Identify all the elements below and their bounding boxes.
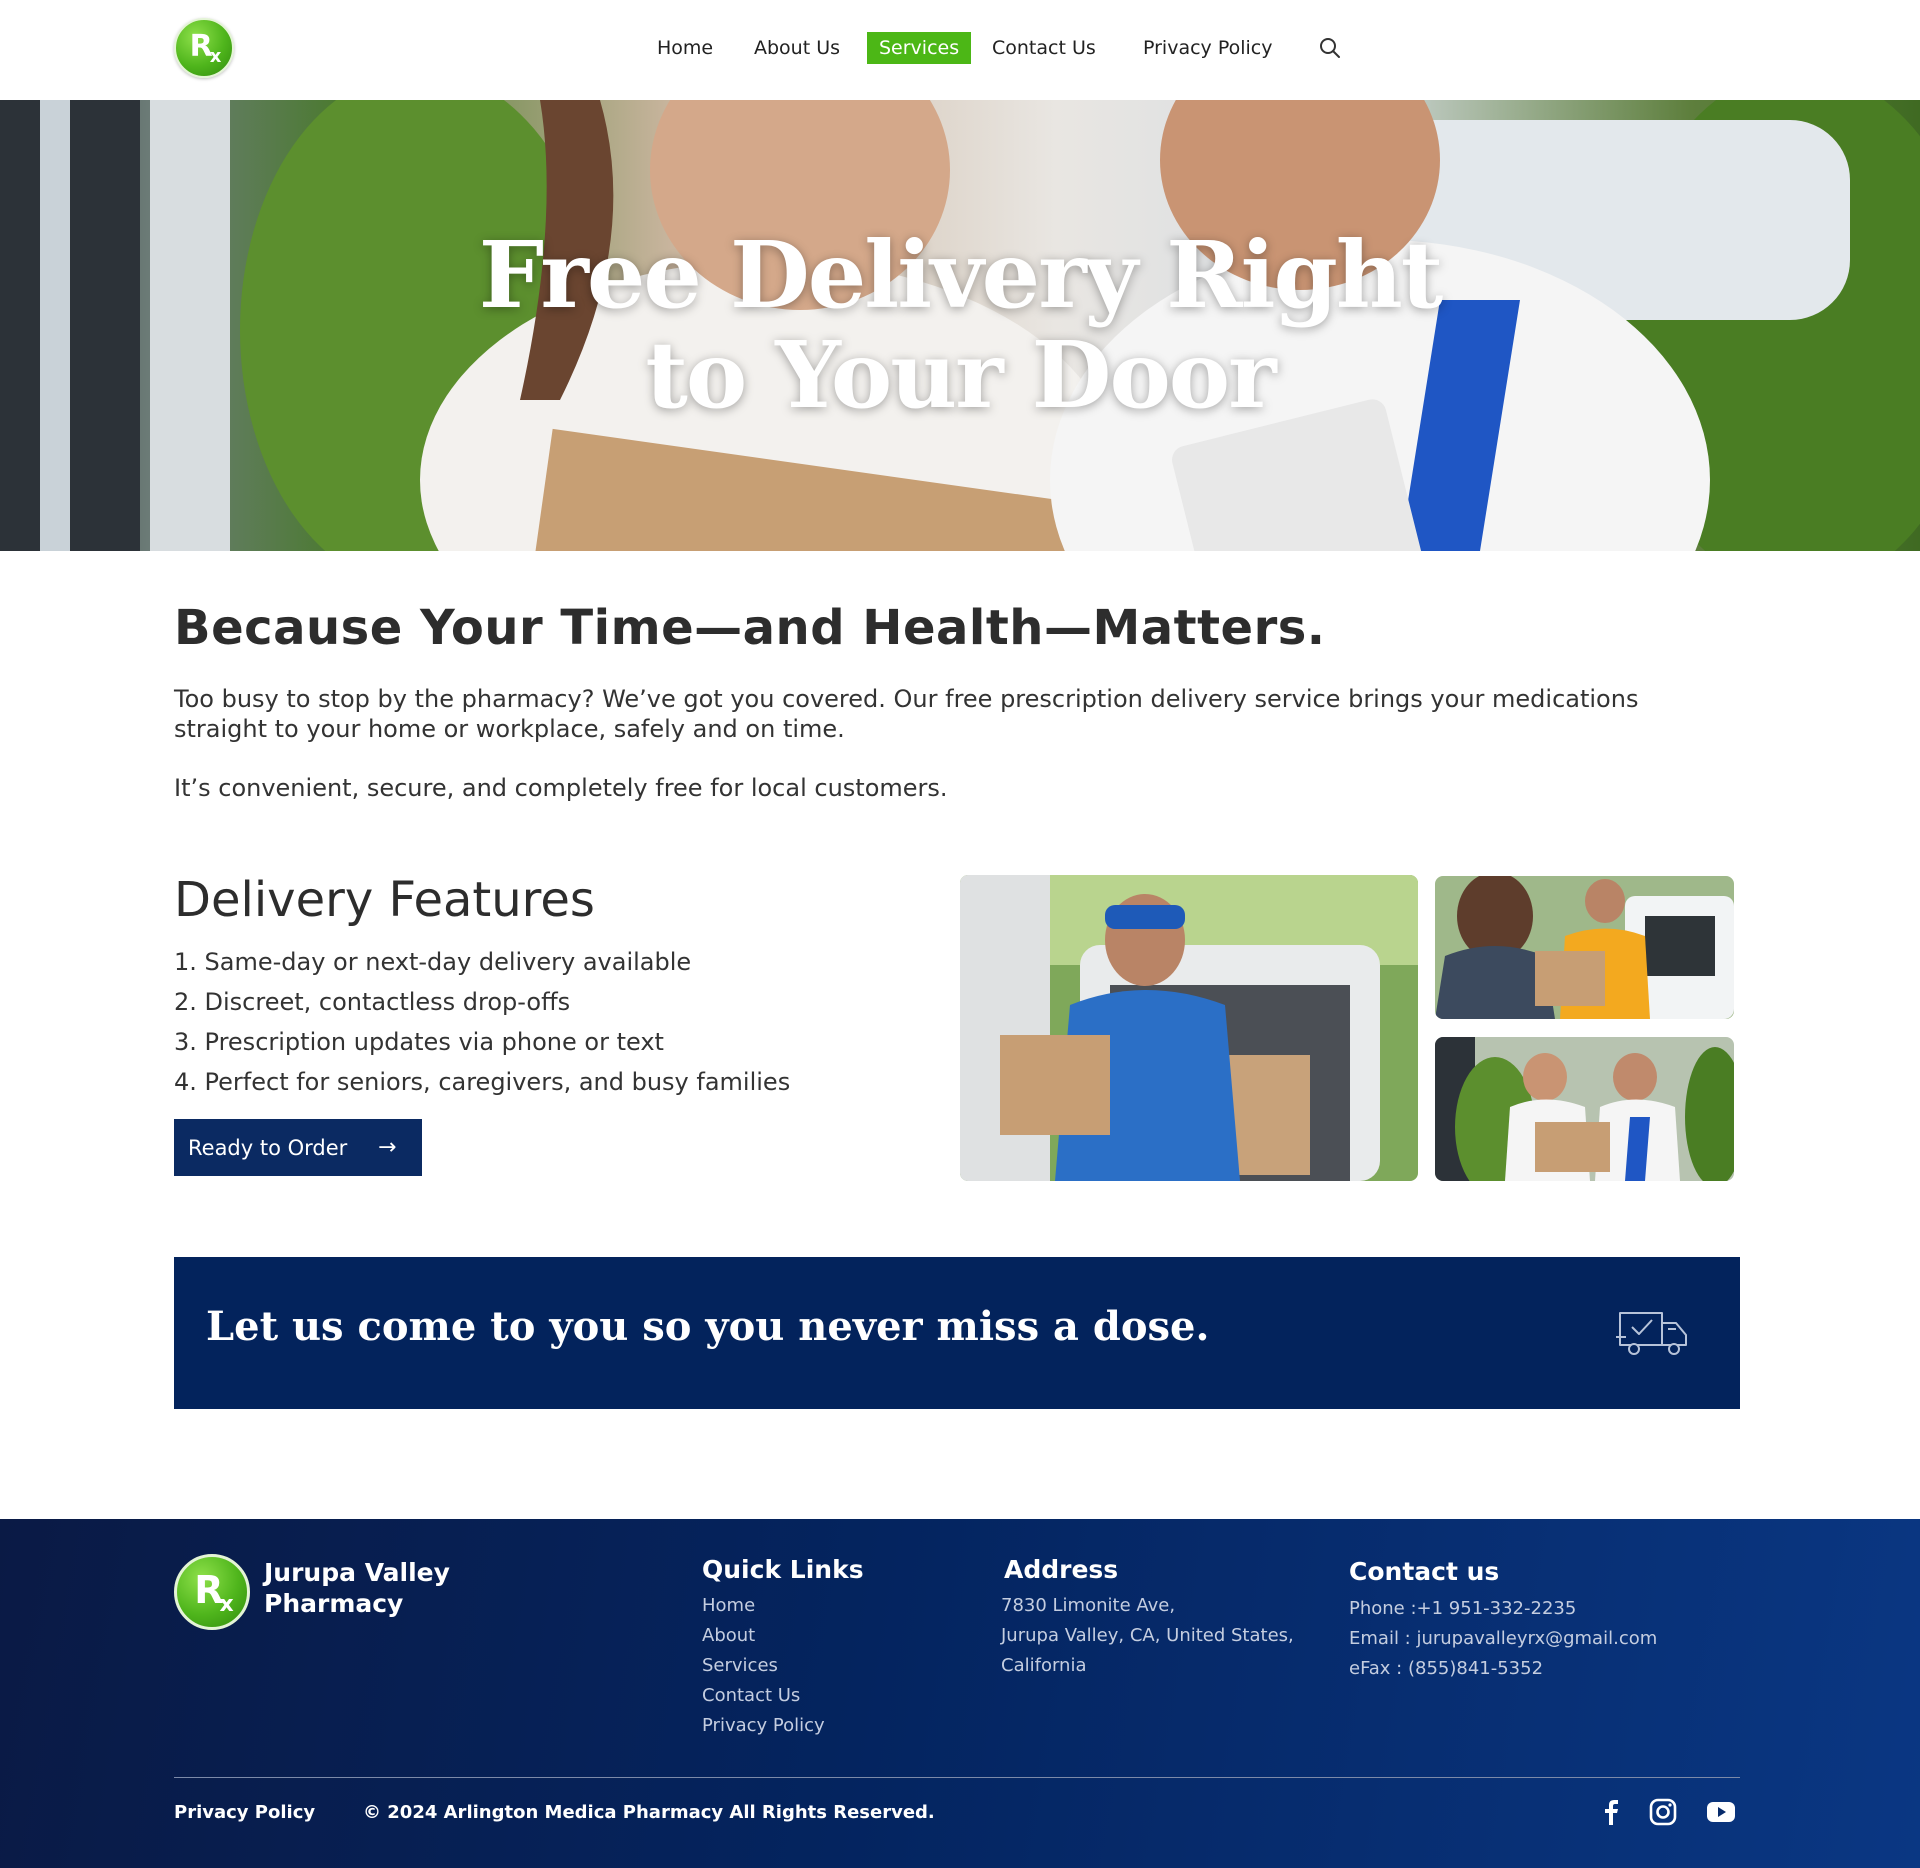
nav-privacy-policy[interactable]: Privacy Policy	[1143, 32, 1272, 64]
search-icon[interactable]	[1318, 36, 1342, 60]
intro-paragraph-1: Too busy to stop by the pharmacy? We’ve …	[174, 685, 1639, 743]
site-header: Rx Home About Us Services Contact Us Pri…	[0, 0, 1920, 100]
intro-heading: Because Your Time—and Health—Matters.	[174, 600, 1326, 656]
logo-rx-badge[interactable]: Rx	[174, 18, 234, 78]
address-line: 7830 Limonite Ave,	[1001, 1595, 1176, 1616]
feature-item: 4. Perfect for seniors, caregivers, and …	[174, 1068, 791, 1096]
footer-link-services[interactable]: Services	[702, 1655, 778, 1676]
feature-item: 3. Prescription updates via phone or tex…	[174, 1028, 664, 1056]
instagram-icon[interactable]	[1648, 1797, 1678, 1827]
hero-title-line-2: to Your Door	[645, 321, 1276, 429]
delivery-truck-icon	[1616, 1312, 1687, 1355]
nav-about-us[interactable]: About Us	[754, 32, 840, 64]
youtube-icon[interactable]	[1706, 1797, 1736, 1827]
facebook-icon[interactable]	[1596, 1797, 1626, 1827]
footer-brand-name: Jurupa Valley Pharmacy	[264, 1558, 450, 1618]
nav-services[interactable]: Services	[867, 32, 972, 64]
intro-paragraph-2: It’s convenient, secure, and completely …	[174, 774, 948, 802]
photo-courier-van	[960, 875, 1418, 1181]
nav-contact-us[interactable]: Contact Us	[992, 32, 1096, 64]
photo-couple-delivery	[1435, 1037, 1734, 1181]
footer-copyright: © 2024 Arlington Medica Pharmacy All Rig…	[363, 1802, 935, 1823]
cta-banner-text: Let us come to you so you never miss a d…	[206, 1303, 1210, 1350]
hero-title-line-1: Free Delivery Right	[478, 221, 1444, 329]
ready-to-order-label: Ready to Order	[188, 1135, 348, 1160]
logo-text: Rx	[189, 29, 222, 67]
hero-banner: Free Delivery Right to Your Door	[0, 100, 1920, 551]
footer-logo-text: Rx	[194, 1567, 234, 1617]
footer-link-about[interactable]: About	[702, 1625, 755, 1646]
contact-title: Contact us	[1349, 1557, 1500, 1586]
contact-phone[interactable]: Phone :+1 951-332-2235	[1349, 1598, 1576, 1619]
footer-logo-rx-badge[interactable]: Rx	[174, 1554, 250, 1630]
address-line: Jurupa Valley, CA, United States,	[1001, 1625, 1294, 1646]
photo-package-handoff	[1435, 876, 1734, 1019]
ready-to-order-button[interactable]: Ready to Order →	[174, 1119, 422, 1176]
quick-links-title: Quick Links	[702, 1555, 864, 1584]
arrow-right-icon: →	[378, 1135, 397, 1160]
features-list: 1. Same-day or next-day delivery availab…	[174, 942, 790, 1102]
footer-link-privacy-policy[interactable]: Privacy Policy	[702, 1715, 825, 1736]
feature-item: 1. Same-day or next-day delivery availab…	[174, 948, 692, 976]
cta-banner: Let us come to you so you never miss a d…	[174, 1257, 1740, 1409]
feature-item: 2. Discreet, contactless drop-offs	[174, 988, 571, 1016]
contact-efax: eFax : (855)841-5352	[1349, 1658, 1544, 1679]
footer-divider	[174, 1777, 1740, 1778]
features-heading: Delivery Features	[174, 872, 595, 928]
address-line: California	[1001, 1655, 1087, 1676]
nav-home[interactable]: Home	[657, 32, 713, 64]
footer-bottom-privacy-link[interactable]: Privacy Policy	[174, 1802, 315, 1823]
contact-email[interactable]: Email : jurupavalleyrx@gmail.com	[1349, 1628, 1657, 1649]
site-footer: Rx Jurupa Valley Pharmacy Quick Links Ho…	[0, 1519, 1920, 1868]
hero-title: Free Delivery Right to Your Door	[0, 225, 1920, 425]
footer-link-contact-us[interactable]: Contact Us	[702, 1685, 800, 1706]
address-title: Address	[1004, 1555, 1119, 1584]
footer-link-home[interactable]: Home	[702, 1595, 755, 1616]
